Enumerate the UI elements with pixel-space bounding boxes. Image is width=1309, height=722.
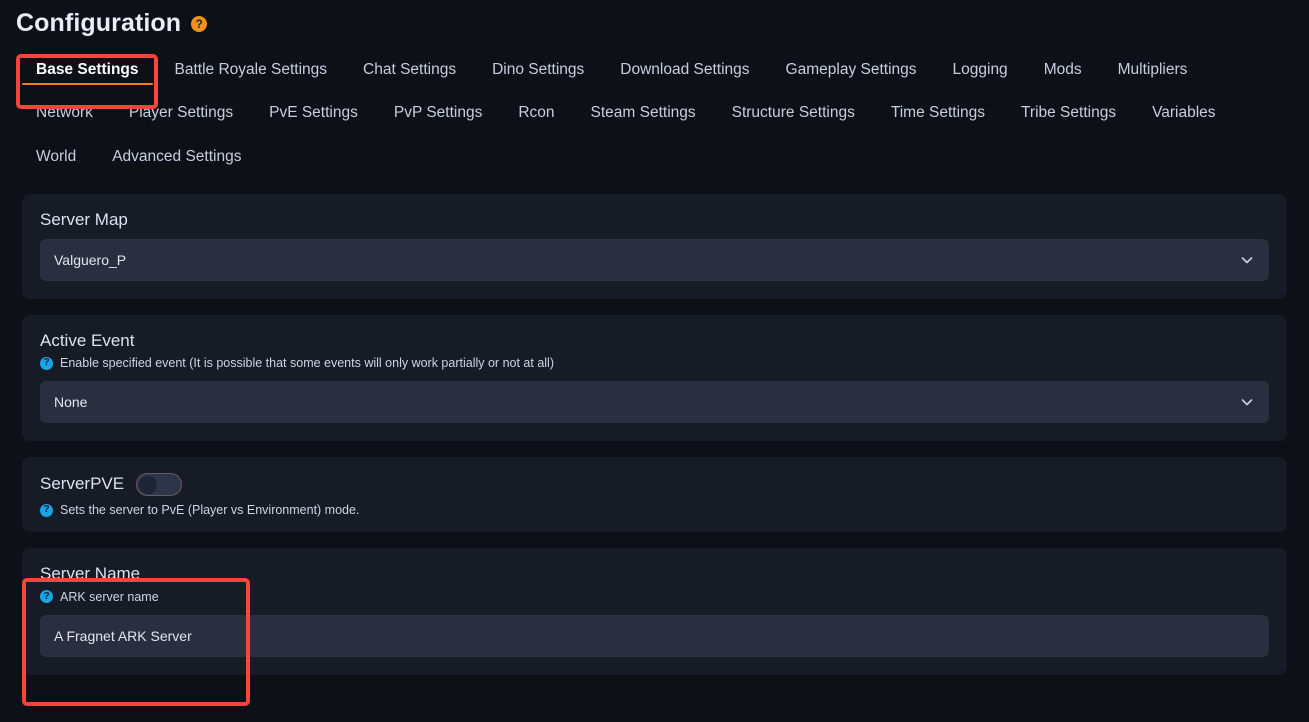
settings-tab-bar: Base Settings Battle Royale Settings Cha… [0, 48, 1309, 178]
card-server-name: Server Name ? ARK server name A Fragnet … [22, 548, 1287, 676]
question-mark-icon[interactable]: ? [191, 16, 208, 32]
tab-network[interactable]: Network [18, 91, 111, 134]
tab-pvp-settings[interactable]: PvP Settings [376, 91, 500, 134]
tab-dino-settings[interactable]: Dino Settings [474, 48, 602, 91]
card-server-pve: ServerPVE ? Sets the server to PvE (Play… [22, 457, 1287, 533]
active-event-select[interactable]: None [40, 381, 1269, 424]
tab-variables[interactable]: Variables [1134, 91, 1233, 134]
tab-steam-settings[interactable]: Steam Settings [573, 91, 714, 134]
server-map-value: Valguero_P [54, 251, 127, 268]
server-map-label: Server Map [40, 210, 128, 230]
tab-world[interactable]: World [18, 135, 94, 178]
settings-card-list: Server Map Valguero_P Active Event ? Ena… [0, 194, 1309, 676]
tab-mods[interactable]: Mods [1026, 48, 1100, 91]
tab-time-settings[interactable]: Time Settings [873, 91, 1003, 134]
server-name-hint-text: ARK server name [60, 589, 159, 604]
question-mark-icon[interactable]: ? [40, 590, 53, 604]
tab-multipliers[interactable]: Multipliers [1100, 48, 1206, 91]
server-name-value: A Fragnet ARK Server [54, 628, 192, 645]
tab-structure-settings[interactable]: Structure Settings [714, 91, 873, 134]
server-pve-toggle[interactable] [136, 473, 183, 497]
tab-player-settings[interactable]: Player Settings [111, 91, 251, 134]
tab-logging[interactable]: Logging [935, 48, 1026, 91]
active-event-hint: ? Enable specified event (It is possible… [40, 355, 1269, 371]
tab-advanced-settings[interactable]: Advanced Settings [94, 135, 259, 178]
card-server-map: Server Map Valguero_P [22, 194, 1287, 299]
tab-tribe-settings[interactable]: Tribe Settings [1003, 91, 1134, 134]
tab-download-settings[interactable]: Download Settings [602, 48, 767, 91]
server-name-label: Server Name [40, 564, 141, 584]
card-active-event: Active Event ? Enable specified event (I… [22, 314, 1287, 442]
configuration-page: Configuration ? Base Settings Battle Roy… [0, 0, 1309, 722]
page-title: Configuration [16, 8, 182, 37]
active-event-label: Active Event [40, 330, 135, 350]
tab-battle-royale-settings[interactable]: Battle Royale Settings [157, 48, 346, 91]
chevron-down-icon [1241, 396, 1253, 408]
active-event-hint-text: Enable specified event (It is possible t… [60, 355, 554, 370]
tab-rcon[interactable]: Rcon [500, 91, 572, 134]
tab-chat-settings[interactable]: Chat Settings [345, 48, 474, 91]
active-event-value: None [54, 394, 88, 411]
server-name-input[interactable]: A Fragnet ARK Server [40, 615, 1269, 658]
server-map-select[interactable]: Valguero_P [40, 238, 1269, 281]
question-mark-icon[interactable]: ? [40, 356, 53, 370]
question-mark-icon[interactable]: ? [40, 503, 53, 517]
tab-pve-settings[interactable]: PvE Settings [251, 91, 376, 134]
server-pve-hint-text: Sets the server to PvE (Player vs Enviro… [60, 503, 360, 518]
tab-gameplay-settings[interactable]: Gameplay Settings [768, 48, 935, 91]
page-header: Configuration ? [0, 0, 1309, 38]
tab-base-settings[interactable]: Base Settings [18, 48, 157, 91]
server-pve-row: ServerPVE [40, 473, 1269, 497]
server-pve-hint: ? Sets the server to PvE (Player vs Envi… [40, 502, 1269, 518]
chevron-down-icon [1241, 254, 1253, 266]
toggle-knob [139, 475, 158, 494]
server-pve-label: ServerPVE [40, 474, 125, 494]
server-name-hint: ? ARK server name [40, 589, 1269, 605]
